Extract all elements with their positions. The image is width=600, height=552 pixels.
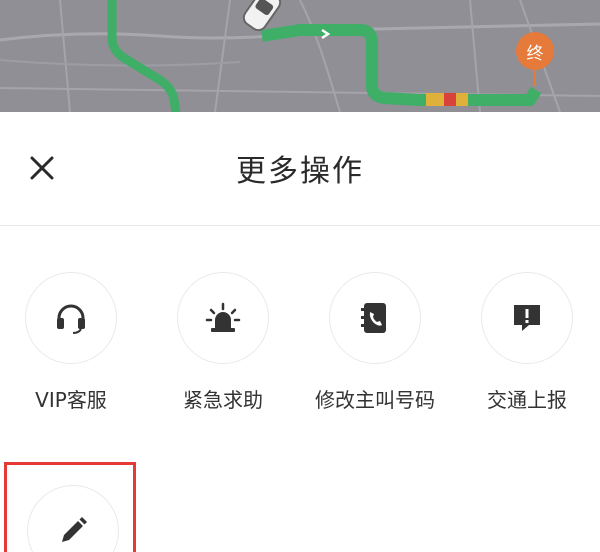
more-actions-sheet: 更多操作 VIP客服 紧急求助 修改主叫号码 交通上报	[0, 112, 600, 552]
change-caller-number-button[interactable]: 修改主叫号码	[305, 272, 445, 413]
action-grid: VIP客服 紧急求助 修改主叫号码 交通上报	[0, 272, 600, 432]
headset-icon	[57, 304, 85, 334]
map-view[interactable]: 终	[0, 0, 600, 112]
traffic-report-label: 交通上报	[487, 388, 567, 412]
emergency-help-label: 紧急求助	[183, 388, 263, 412]
destination-pin-stem	[534, 70, 536, 86]
change-caller-number-circle[interactable]	[329, 272, 421, 364]
sheet-header: 更多操作	[0, 112, 600, 226]
emergency-help-circle[interactable]	[177, 272, 269, 364]
map-roads	[0, 0, 600, 112]
emergency-help-button[interactable]: 紧急求助	[153, 272, 293, 413]
change-caller-number-label: 修改主叫号码	[315, 388, 435, 412]
traffic-report-circle[interactable]	[481, 272, 573, 364]
report-icon	[514, 305, 540, 331]
destination-pin[interactable]: 终	[516, 32, 554, 70]
alarm-icon	[205, 302, 241, 332]
phonebook-icon	[361, 303, 386, 333]
traffic-report-button[interactable]: 交通上报	[457, 272, 597, 413]
vip-service-circle[interactable]	[25, 272, 117, 364]
pencil-icon	[62, 517, 87, 542]
edit-button[interactable]	[27, 485, 119, 552]
sheet-title: 更多操作	[236, 154, 364, 189]
vip-service-button[interactable]: VIP客服	[1, 272, 141, 413]
highlight-box	[4, 462, 136, 552]
vip-service-label: VIP客服	[35, 388, 107, 412]
